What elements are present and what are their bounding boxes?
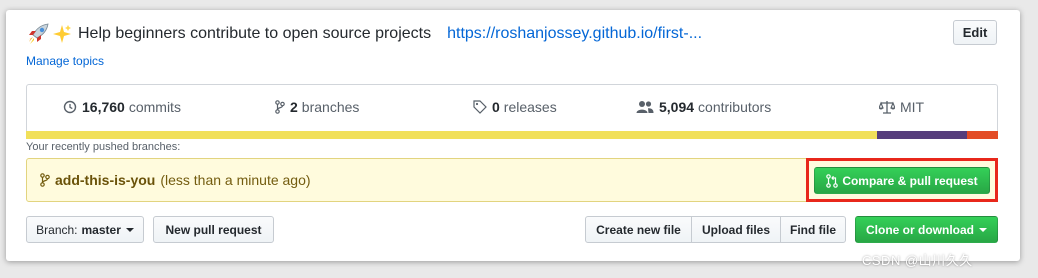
edit-button[interactable]: Edit [953,20,997,45]
releases-count: 0 [492,99,500,115]
numbers-summary: 16,760 commits 2 branches 0 releases 5,0… [26,84,998,132]
releases-stat[interactable]: 0 releases [473,99,557,115]
pull-request-icon [826,173,839,188]
compare-button-label: Compare & pull request [842,173,978,188]
create-new-file-button[interactable]: Create new file [585,216,692,243]
sparkles-icon [53,25,71,43]
language-segment [26,131,877,139]
git-branch-icon [275,100,285,114]
clone-button-label: Clone or download [866,222,974,237]
clone-download-button[interactable]: Clone or download [855,216,998,243]
releases-label: releases [503,99,557,115]
compare-pull-request-button[interactable]: Compare & pull request [814,167,990,194]
contributors-count: 5,094 [659,99,695,115]
homepage-link[interactable]: https://roshanjossey.github.io/first-... [447,25,702,43]
git-branch-icon [40,173,50,187]
recent-branch-time: (less than a minute ago) [160,172,311,188]
contributors-label: contributors [698,99,772,115]
contributors-stat[interactable]: 5,094 contributors [636,99,771,115]
branches-label: branches [301,99,360,115]
language-bar[interactable] [26,131,998,139]
language-segment [966,131,998,139]
recent-branch-info: add-this-is-you (less than a minute ago) [40,172,311,188]
branch-prefix: Branch: [36,222,78,237]
branches-stat[interactable]: 2 branches [275,99,359,115]
history-icon [63,100,77,114]
rocket-icon [28,23,49,44]
license-stat[interactable]: MIT [879,99,924,115]
branch-select-button[interactable]: Branch: master [26,216,144,243]
chevron-down-icon [125,227,134,232]
repo-description-row: Help beginners contribute to open source… [26,23,702,45]
tag-icon [473,100,487,114]
language-segment [876,131,967,139]
commits-count: 16,760 [82,99,125,115]
law-icon [879,101,895,114]
license-label: MIT [900,99,925,115]
upload-files-button[interactable]: Upload files [691,216,781,243]
recent-branches-label: Your recently pushed branches: [26,141,181,153]
commits-stat[interactable]: 16,760 commits [63,99,181,115]
branches-count: 2 [290,99,298,115]
chevron-down-icon [979,227,987,232]
branch-value: master [81,222,121,237]
watermark-text: CSDN @山川久久 [862,253,973,268]
new-pull-request-button[interactable]: New pull request [153,216,274,243]
commits-label: commits [128,99,181,115]
manage-topics-link[interactable]: Manage topics [26,54,104,68]
people-icon [636,101,654,113]
repo-description: Help beginners contribute to open source… [78,25,432,42]
find-file-button[interactable]: Find file [780,216,846,243]
recent-branch-name[interactable]: add-this-is-you [55,172,155,188]
